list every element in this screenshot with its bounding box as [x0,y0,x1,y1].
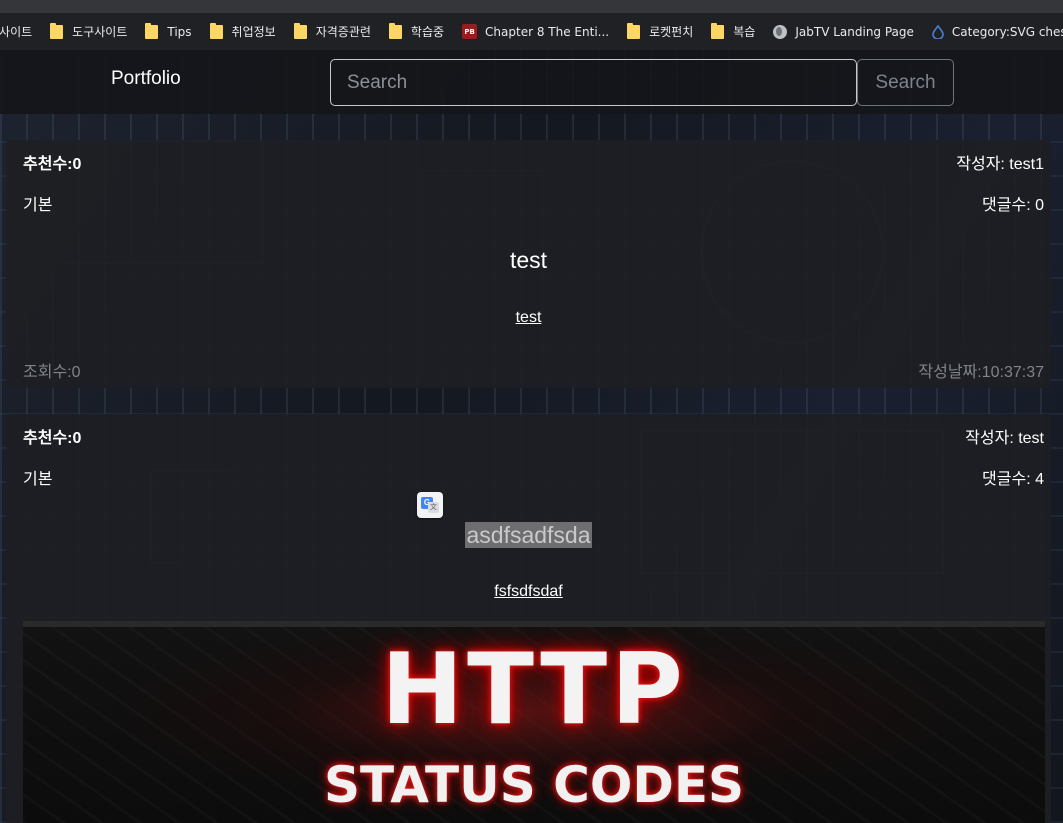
bookmark-studying[interactable]: 학습중 [380,13,453,50]
likes-count: 추천수:0 [23,156,82,173]
selected-title-text: asdfsadfsda [465,522,592,548]
comments-count: 댓글수: 0 [982,197,1044,214]
author: 작성자: test [965,430,1044,447]
post-header-row: 추천수:0 작성자: test1 [23,150,1044,174]
post-card[interactable]: 추천수:0 작성자: test1 기본 댓글수: 0 test test 조회수… [6,140,1051,388]
bookmark-toon-sites[interactable]: 툰사이트 [0,13,41,50]
views-count: 조회수:0 [23,364,81,381]
comments-count: 댓글수: 4 [982,471,1044,488]
post-content-link[interactable]: fsfsdfsdaf [494,583,562,600]
folder-icon [293,22,307,39]
bookmark-job-info[interactable]: 취업정보 [201,13,285,50]
post-title: asdfsadfsda [6,522,1051,549]
bookmark-category-svg[interactable]: Category:SVG ches [923,13,1063,50]
bookmark-label: 취업정보 [231,25,276,39]
blue-drop-icon [932,24,944,39]
folder-icon [388,22,402,39]
category: 기본 [23,471,53,488]
bookmark-rocketpunch[interactable]: 로켓펀치 [618,13,702,50]
bookmark-tips[interactable]: Tips [136,13,200,50]
image-top-strip [23,621,1045,627]
search-button[interactable]: Search [857,59,954,106]
bookmark-label: 툰사이트 [0,25,33,39]
bookmark-label: 도구사이트 [72,25,128,39]
bookmark-label: Chapter 8 The Enti... [485,24,610,39]
bookmark-label: 로켓펀치 [649,25,694,39]
bookmark-review[interactable]: 복습 [702,13,764,50]
post-meta-row: 기본 댓글수: 0 [23,191,1044,215]
bookmark-tool-sites[interactable]: 도구사이트 [41,13,136,50]
post-meta-row: 기본 댓글수: 4 [23,465,1044,489]
folder-icon [145,22,159,39]
author: 작성자: test1 [956,156,1044,173]
folder-icon [627,22,641,39]
bookmark-label: 학습중 [410,25,445,39]
google-translate-icon[interactable]: G 文 [417,492,443,518]
bookmark-label: JabTV Landing Page [795,24,914,39]
category: 기본 [23,197,53,214]
bookmark-certificates[interactable]: 자격증관련 [285,13,380,50]
post-header-row: 추천수:0 작성자: test [23,424,1044,448]
post-footer-row: 조회수:0 작성날짜:10:37:37 [23,358,1044,382]
bookmarks-bar: 툰사이트 도구사이트 Tips 취업정보 자격증관련 학습중 PB Chapte… [0,0,1063,50]
bookmark-jabtv[interactable]: JabTV Landing Page [764,13,923,50]
folder-icon [209,22,223,39]
post-content-link-wrap: fsfsdfsdaf [6,583,1051,601]
post-title: test [509,247,548,273]
post-image-http-status-codes: HTTP STATUS CODES [23,621,1045,823]
bookmark-label: Tips [167,24,192,39]
post-content-link-wrap: test [6,309,1051,327]
brand-link[interactable]: Portfolio [111,68,181,90]
post-content-link[interactable]: test [516,309,542,326]
search-input[interactable] [330,59,857,106]
folder-icon [50,22,64,39]
bookmark-label: 복습 [733,25,756,39]
bookmark-chapter-8[interactable]: PB Chapter 8 The Enti... [453,13,618,50]
bookmark-label: Category:SVG ches [951,24,1063,39]
image-text-http: HTTP [381,633,687,747]
bookmark-label: 자격증관련 [315,25,371,39]
post-card[interactable]: 추천수:0 작성자: test 기본 댓글수: 4 G 文 asdfsadfsd… [6,414,1051,823]
image-text-status-codes: STATUS CODES [323,756,745,814]
folder-icon [711,22,725,39]
globe-icon [773,24,788,39]
top-navbar: Portfolio Search [0,50,1063,114]
likes-count: 추천수:0 [23,430,82,447]
created-date: 작성날짜:10:37:37 [918,364,1044,381]
pb-site-icon: PB [462,24,478,39]
